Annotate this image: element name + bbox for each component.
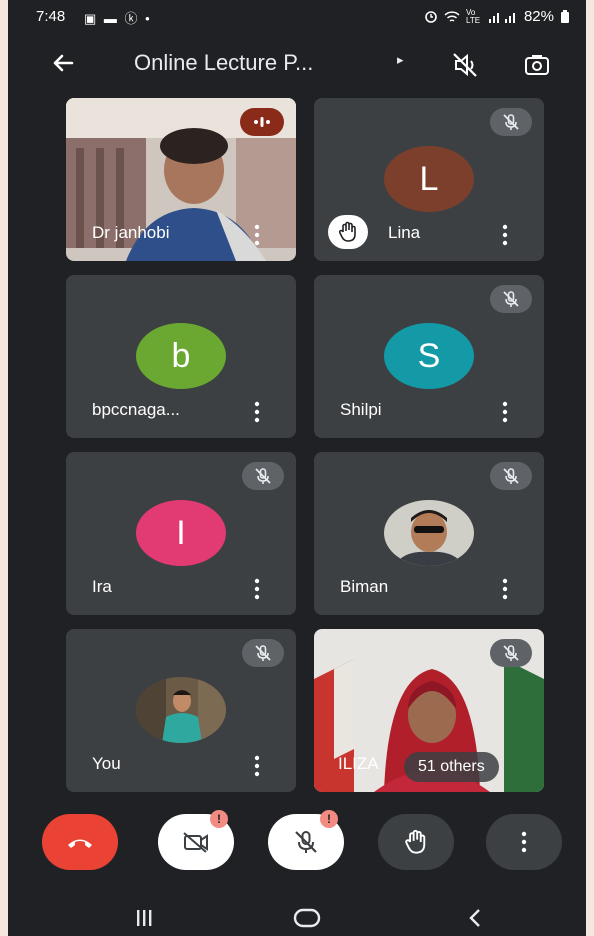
- more-vert-icon: [521, 831, 527, 853]
- audio-level-icon: [254, 117, 270, 127]
- volte-label: Vo LTE: [465, 7, 481, 25]
- wifi-icon: [444, 10, 460, 22]
- more-vert-icon[interactable]: [500, 400, 510, 424]
- mic-alert-badge: !: [320, 810, 338, 828]
- participant-tile-ira[interactable]: I Ira: [66, 452, 296, 615]
- mic-off-icon: [503, 114, 519, 130]
- others-count-chip[interactable]: 51 others: [404, 752, 499, 782]
- camera-off-icon: [183, 832, 208, 853]
- participant-tile-lina[interactable]: L Lina: [314, 98, 544, 261]
- avatar-photo: [384, 500, 474, 566]
- more-vert-icon[interactable]: [252, 754, 262, 778]
- participant-tile-bpccnaga[interactable]: b bpccnaga...: [66, 275, 296, 438]
- participant-name: Biman: [340, 577, 389, 596]
- raise-hand-icon: [405, 829, 426, 854]
- raised-hand-badge: [328, 215, 368, 249]
- end-call-button[interactable]: [42, 814, 118, 870]
- more-options-button[interactable]: [486, 814, 562, 870]
- mic-off-badge: [490, 639, 532, 667]
- signal-icon: [488, 12, 515, 23]
- avatar: S: [384, 323, 474, 389]
- participant-name: Shilpi: [340, 400, 382, 419]
- mic-off-icon: [255, 468, 271, 484]
- participant-tile-shilpi[interactable]: S Shilpi: [314, 275, 544, 438]
- participant-name: Lina: [388, 223, 421, 242]
- participant-tile-you[interactable]: You: [66, 629, 296, 792]
- mic-off-badge: [242, 462, 284, 490]
- battery-icon: [561, 9, 569, 23]
- back-nav-icon[interactable]: [466, 907, 484, 929]
- mic-off-icon: [295, 831, 317, 853]
- mic-off-badge: [242, 639, 284, 667]
- system-nav-bar: [8, 896, 586, 936]
- participant-name: bpccnaga...: [92, 400, 180, 419]
- avatar: b: [136, 323, 226, 389]
- status-bar: 7:48 ▣ ▬ ⓚ • Vo LTE 82%: [8, 0, 586, 34]
- mic-off-badge: [490, 108, 532, 136]
- participant-tile-biman[interactable]: Biman: [314, 452, 544, 615]
- mic-off-icon: [255, 645, 271, 661]
- status-time: 7:48: [36, 8, 66, 25]
- camera-toggle-button[interactable]: !: [158, 810, 234, 870]
- call-header: Online Lecture P... ▸: [8, 38, 586, 90]
- mic-off-badge: [490, 462, 532, 490]
- meet-screen: 7:48 ▣ ▬ ⓚ • Vo LTE 82% Online Lecture P…: [8, 0, 586, 936]
- more-vert-icon[interactable]: [500, 223, 510, 247]
- back-arrow-icon[interactable]: [48, 48, 78, 78]
- participant-name: ILIZA: [338, 754, 379, 773]
- camera-alert-badge: !: [210, 810, 228, 828]
- participant-tile-dr-janhobi[interactable]: Dr janhobi: [66, 98, 296, 261]
- avatar: L: [384, 146, 474, 212]
- mic-off-icon: [503, 468, 519, 484]
- avatar: I: [136, 500, 226, 566]
- raise-hand-button[interactable]: [378, 814, 454, 870]
- meeting-title[interactable]: Online Lecture P...: [134, 50, 313, 76]
- switch-camera-icon[interactable]: [522, 50, 552, 80]
- more-vert-icon[interactable]: [252, 223, 262, 247]
- caret-right-icon[interactable]: ▸: [397, 52, 404, 68]
- mic-toggle-button[interactable]: !: [268, 810, 344, 870]
- more-vert-icon[interactable]: [252, 577, 262, 601]
- participant-tile-iliza[interactable]: ILIZA 51 others: [314, 629, 544, 792]
- more-vert-icon[interactable]: [252, 400, 262, 424]
- raised-hand-icon: [338, 221, 356, 242]
- more-vert-icon[interactable]: [500, 577, 510, 601]
- battery-percent: 82%: [523, 8, 554, 25]
- participant-name: You: [92, 754, 121, 773]
- mic-off-icon: [503, 645, 519, 661]
- end-call-icon: [68, 839, 92, 848]
- participant-name: Dr janhobi: [92, 223, 170, 242]
- notification-icons: ▣ ▬ ⓚ •: [84, 11, 152, 26]
- avatar-photo: [136, 677, 226, 743]
- speaker-off-icon[interactable]: [450, 50, 480, 80]
- alarm-icon: [425, 10, 437, 23]
- status-right: Vo LTE 82%: [424, 8, 570, 25]
- recent-apps-icon[interactable]: [134, 908, 154, 928]
- speaking-indicator: [240, 108, 284, 136]
- home-icon[interactable]: [292, 907, 322, 929]
- mic-off-icon: [503, 291, 519, 307]
- participant-name: Ira: [92, 577, 112, 596]
- mic-off-badge: [490, 285, 532, 313]
